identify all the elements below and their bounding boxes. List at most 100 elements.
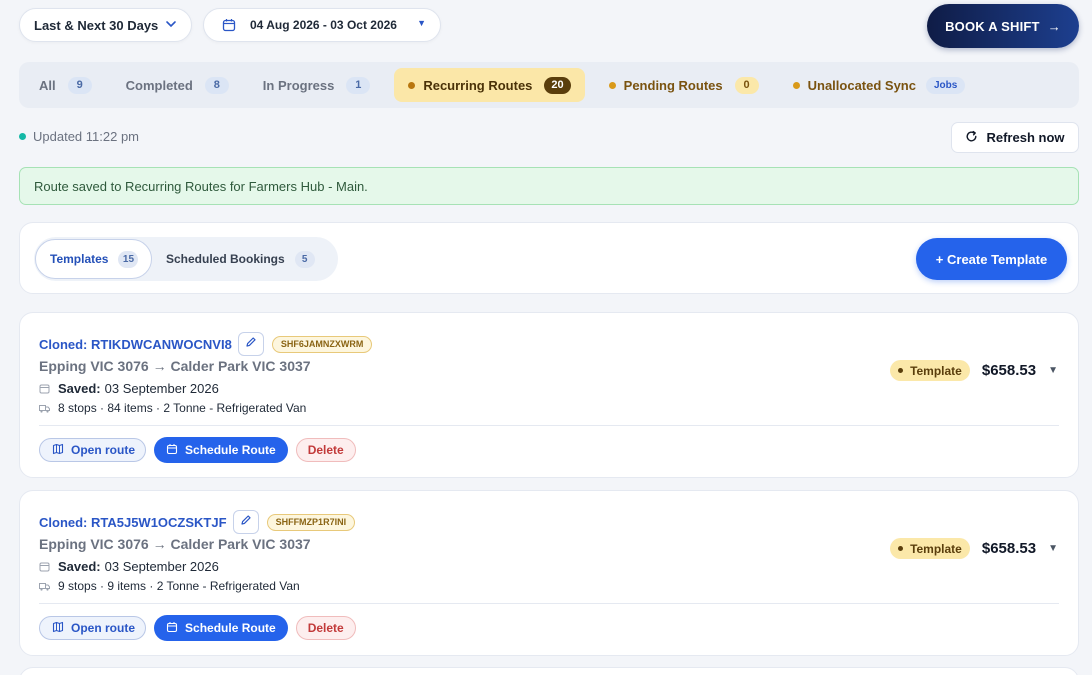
book-shift-label: BOOK A SHIFT bbox=[945, 18, 1040, 34]
tab-recurring-routes[interactable]: Recurring Routes 20 bbox=[394, 68, 585, 102]
status-tabs: All 9 Completed 8 In Progress 1 Recurrin… bbox=[19, 62, 1079, 108]
edit-button[interactable] bbox=[232, 510, 259, 534]
card-route: Epping VIC 3076 → Calder Park VIC 3037 bbox=[39, 536, 311, 552]
pencil-icon bbox=[240, 513, 252, 531]
card-divider bbox=[39, 425, 1059, 426]
card-title-row: Cloned: RTA5J5W1OCZSKTJF SHFFMZP1R7INI bbox=[39, 510, 356, 534]
create-template-button[interactable]: + Create Template bbox=[916, 238, 1067, 280]
status-dot bbox=[608, 81, 616, 89]
tab-pending-routes[interactable]: Pending Routes 0 bbox=[599, 68, 769, 102]
schedule-route-button[interactable]: Schedule Route bbox=[154, 615, 288, 641]
card-saved: Saved: 03 September 2026 bbox=[39, 381, 219, 396]
schedule-route-label: Schedule Route bbox=[185, 621, 276, 635]
truck-icon bbox=[39, 403, 50, 414]
tab-all[interactable]: All 9 bbox=[29, 68, 102, 102]
template-badge: Template bbox=[890, 360, 970, 381]
book-shift-button[interactable]: BOOK A SHIFT → bbox=[927, 4, 1079, 48]
card-meta: 8 stops · 84 items · 2 Tonne - Refrigera… bbox=[39, 401, 306, 415]
caret-down-icon: ▼ bbox=[417, 18, 426, 28]
tab-label: Recurring Routes bbox=[423, 77, 533, 93]
jobs-badge: Jobs bbox=[925, 76, 966, 94]
subtab-label: Scheduled Bookings bbox=[166, 252, 285, 266]
subtab-scheduled-bookings[interactable]: Scheduled Bookings 5 bbox=[152, 239, 329, 279]
card-divider bbox=[39, 603, 1059, 604]
edit-button[interactable] bbox=[237, 332, 264, 356]
map-icon bbox=[52, 443, 64, 458]
tab-label: Pending Routes bbox=[623, 77, 723, 93]
schedule-route-label: Schedule Route bbox=[185, 443, 276, 457]
range-select-label: Last & Next 30 Days bbox=[34, 17, 159, 33]
template-card-partial bbox=[19, 667, 1079, 675]
open-route-button[interactable]: Open route bbox=[39, 438, 147, 462]
card-summary: Template $658.53 ▼ bbox=[890, 360, 1058, 381]
refresh-button[interactable]: Refresh now bbox=[951, 122, 1079, 153]
card-title-row: Cloned: RTIKDWCANWOCNVI8 SHF6JAMNZXWRM bbox=[39, 332, 373, 356]
tab-label: All bbox=[39, 77, 56, 93]
tab-count: 20 bbox=[544, 76, 571, 94]
shift-ref-badge: SHF6JAMNZXWRM bbox=[271, 335, 373, 353]
map-icon bbox=[52, 621, 64, 636]
calendar-icon bbox=[39, 383, 50, 394]
open-route-button[interactable]: Open route bbox=[39, 616, 147, 640]
card-summary: Template $658.53 ▼ bbox=[890, 538, 1058, 559]
saved-date: 03 September 2026 bbox=[104, 559, 219, 574]
meta-text: 8 stops · 84 items · 2 Tonne - Refrigera… bbox=[58, 401, 307, 415]
tab-unallocated-sync[interactable]: Unallocated Sync Jobs bbox=[783, 68, 976, 102]
subtab-label: Templates bbox=[50, 252, 109, 266]
range-select[interactable]: Last & Next 30 Days bbox=[19, 8, 192, 42]
template-badge-label: Template bbox=[910, 541, 962, 556]
tab-count: 1 bbox=[346, 76, 371, 94]
saved-date: 03 September 2026 bbox=[104, 381, 219, 396]
template-badge: Template bbox=[890, 538, 970, 559]
subtab-templates[interactable]: Templates 15 bbox=[35, 239, 152, 279]
calendar-icon bbox=[222, 18, 236, 32]
date-range-label: 04 Aug 2026 - 03 Oct 2026 bbox=[250, 18, 397, 32]
tab-in-progress[interactable]: In Progress 1 bbox=[253, 68, 381, 102]
expand-caret-icon[interactable]: ▼ bbox=[1048, 365, 1058, 376]
truck-icon bbox=[39, 581, 50, 592]
card-route: Epping VIC 3076 → Calder Park VIC 3037 bbox=[39, 358, 311, 374]
create-template-label: + Create Template bbox=[935, 251, 1048, 267]
subtab-panel: Templates 15 Scheduled Bookings 5 + Crea… bbox=[19, 222, 1079, 294]
card-meta: 9 stops · 9 items · 2 Tonne - Refrigerat… bbox=[39, 579, 300, 593]
chevron-down-icon bbox=[164, 17, 178, 34]
success-alert: Route saved to Recurring Routes for Farm… bbox=[19, 167, 1079, 205]
card-price: $658.53 bbox=[981, 540, 1037, 557]
schedule-route-button[interactable]: Schedule Route bbox=[154, 437, 288, 463]
tab-count: 8 bbox=[204, 76, 229, 94]
subtab-count: 15 bbox=[118, 250, 139, 268]
tab-count: 0 bbox=[734, 76, 759, 94]
card-price: $658.53 bbox=[981, 362, 1037, 379]
saved-label: Saved: bbox=[58, 559, 101, 574]
card-actions: Open route Schedule Route Delete bbox=[39, 437, 356, 463]
updated-text: Updated 11:22 pm bbox=[33, 129, 139, 144]
card-actions: Open route Schedule Route Delete bbox=[39, 615, 356, 641]
status-dot bbox=[792, 81, 800, 89]
card-saved: Saved: 03 September 2026 bbox=[39, 559, 219, 574]
badge-dot bbox=[898, 546, 904, 551]
tab-completed[interactable]: Completed 8 bbox=[116, 68, 239, 102]
badge-dot bbox=[898, 368, 904, 373]
calendar-icon bbox=[166, 621, 178, 636]
delete-button[interactable]: Delete bbox=[295, 616, 356, 640]
card-title[interactable]: Cloned: RTA5J5W1OCZSKTJF bbox=[39, 515, 227, 530]
subtab-count: 5 bbox=[294, 250, 315, 268]
shift-ref-badge: SHFFMZP1R7INI bbox=[266, 513, 356, 531]
arrow-right-icon: → bbox=[1047, 18, 1061, 34]
refresh-label: Refresh now bbox=[986, 130, 1065, 145]
delete-button[interactable]: Delete bbox=[295, 438, 356, 462]
tab-count: 9 bbox=[67, 76, 92, 94]
calendar-icon bbox=[166, 443, 178, 458]
calendar-icon bbox=[39, 561, 50, 572]
refresh-icon bbox=[965, 130, 978, 146]
meta-text: 9 stops · 9 items · 2 Tonne - Refrigerat… bbox=[58, 579, 300, 593]
updated-status: Updated 11:22 pm bbox=[19, 129, 139, 144]
tab-label: In Progress bbox=[262, 77, 335, 93]
expand-caret-icon[interactable]: ▼ bbox=[1048, 543, 1058, 554]
alert-message: Route saved to Recurring Routes for Farm… bbox=[34, 178, 368, 194]
card-title[interactable]: Cloned: RTIKDWCANWOCNVI8 bbox=[39, 337, 232, 352]
date-range-select[interactable]: 04 Aug 2026 - 03 Oct 2026 ▼ bbox=[203, 8, 441, 42]
template-badge-label: Template bbox=[910, 363, 962, 378]
status-dot bbox=[408, 81, 416, 89]
template-card: Cloned: RTA5J5W1OCZSKTJF SHFFMZP1R7INI E… bbox=[19, 490, 1079, 656]
